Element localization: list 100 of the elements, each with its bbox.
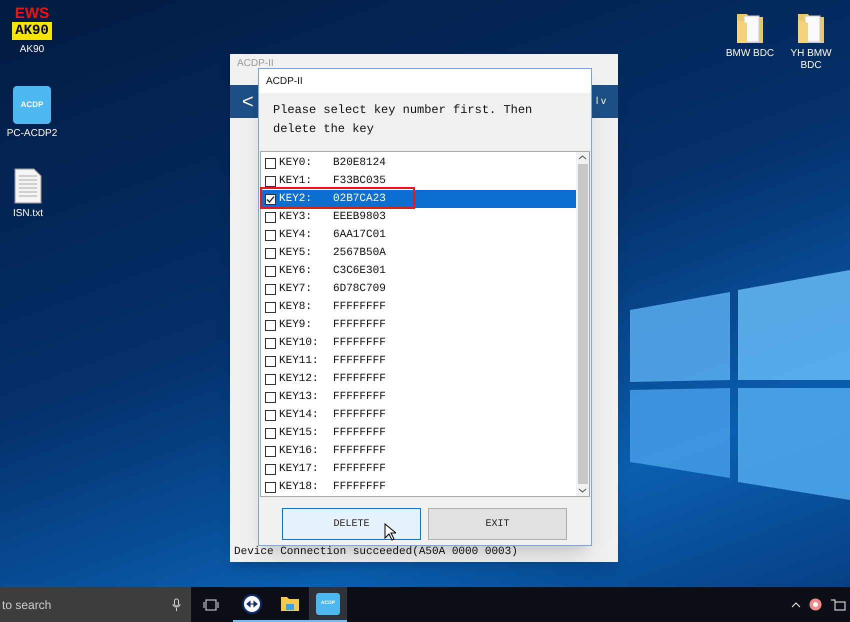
desktop-icon-label[interactable]: AK90 [20,44,44,56]
checkbox[interactable] [265,230,276,240]
checkbox[interactable] [265,194,276,204]
mouse-cursor-icon [384,523,396,541]
key-label: KEY3: [279,210,314,225]
key-list-item[interactable]: KEY12: FFFFFFFF [261,370,576,388]
checkbox[interactable] [265,464,276,474]
app-icon: ACDP [13,86,51,124]
checkbox[interactable] [265,410,276,420]
message-text: Please select key number first. Then delete the key [272,102,534,138]
checkbox[interactable] [265,158,276,168]
key-value: FFFFFFFF [333,408,386,423]
key-label: KEY17: [279,462,320,477]
arrows-circle-icon [242,594,262,614]
desktop-icon-label[interactable]: ISN.txt [12,208,43,220]
key-label: KEY0: [279,156,314,171]
checkbox[interactable] [265,302,276,312]
desktop-icon-label[interactable]: BMW BDC [726,48,774,60]
checkbox[interactable] [265,482,276,492]
key-label: KEY18: [279,480,320,495]
key-list-item[interactable]: KEY1: F33BC035 [261,172,576,190]
dialog-button[interactable]: DELETE [282,508,421,540]
key-label: KEY11: [279,354,320,369]
key-list-item[interactable]: KEY2: 02B7CA23 [261,190,576,208]
key-value: EEEB9803 [333,210,386,225]
key-list-item[interactable]: KEY13: FFFFFFFF [261,388,576,406]
key-label: KEY10: [279,336,320,351]
key-label: KEY4: [279,228,314,243]
scrollbar[interactable] [576,152,589,496]
key-label: KEY13: [279,390,320,405]
key-value: FFFFFFFF [333,354,386,369]
network-icon[interactable] [830,598,846,610]
back-glyph[interactable]: < [242,86,254,116]
key-value: FFFFFFFF [333,462,386,477]
header-text: l v [596,95,606,109]
key-value: FFFFFFFF [333,426,386,441]
key-list-item[interactable]: KEY0: B20E8124 [261,154,576,172]
key-list-item[interactable]: KEY14: FFFFFFFF [261,406,576,424]
search-placeholder: to search [2,596,52,614]
key-label: KEY5: [279,246,314,261]
key-list-item[interactable]: KEY18: FFFFFFFF [261,478,576,496]
key-value: 2567B50A [333,246,386,261]
key-list-item[interactable]: KEY17: FFFFFFFF [261,460,576,478]
checkbox[interactable] [265,320,276,330]
key-list-item[interactable]: KEY5: 2567B50A [261,244,576,262]
microphone-icon[interactable] [172,598,181,612]
key-list-item[interactable]: KEY3: EEEB9803 [261,208,576,226]
key-label: KEY9: [279,318,314,333]
chevron-up-icon[interactable] [791,601,801,608]
task-view-icon[interactable] [203,598,219,610]
key-label: KEY7: [279,282,314,297]
key-value: 02B7CA23 [333,192,386,207]
key-value: FFFFFFFF [333,318,386,333]
key-label: KEY8: [279,300,314,315]
flower-icon[interactable] [809,598,822,611]
key-list-item[interactable]: KEY4: 6AA17C01 [261,226,576,244]
key-list-item[interactable]: KEY8: FFFFFFFF [261,298,576,316]
checkbox[interactable] [265,338,276,348]
checkbox[interactable] [265,176,276,186]
key-label: KEY12: [279,372,320,387]
checkbox[interactable] [265,446,276,456]
key-label: KEY1: [279,174,314,189]
checkbox[interactable] [265,212,276,222]
checkbox[interactable] [265,284,276,294]
window-title: ACDP-II [237,58,274,70]
folder-icon [280,595,300,612]
desktop-icon-label[interactable]: YH BMW BDC [779,48,843,72]
checkbox[interactable] [265,428,276,438]
dialog-title: ACDP-II [265,74,304,88]
text-file-icon [14,168,42,204]
key-label: KEY2: [279,192,314,207]
key-value: 6D78C709 [333,282,386,297]
key-list-item[interactable]: KEY15: FFFFFFFF [261,424,576,442]
desktop-icon-label[interactable]: PC-ACDP2 [6,128,58,140]
key-value: FFFFFFFF [333,480,386,495]
checkbox[interactable] [265,266,276,276]
checkbox[interactable] [265,356,276,366]
key-list-item[interactable]: KEY16: FFFFFFFF [261,442,576,460]
key-list-item[interactable]: KEY11: FFFFFFFF [261,352,576,370]
checkbox[interactable] [265,392,276,402]
check-icon [266,194,275,204]
status-text: Device Connection succeeded(A50A 0000 0003) [233,544,519,560]
key-label: KEY6: [279,264,314,279]
key-list-item[interactable]: KEY6: C3C6E301 [261,262,576,280]
key-label: KEY16: [279,444,320,459]
scroll-thumb[interactable] [578,164,588,484]
key-value: FFFFFFFF [333,336,386,351]
dialog-button[interactable]: EXIT [428,508,567,540]
search-box[interactable]: to search [0,587,191,622]
key-list-item[interactable]: KEY7: 6D78C709 [261,280,576,298]
key-value: 6AA17C01 [333,228,386,243]
checkbox[interactable] [265,248,276,258]
checkbox[interactable] [265,374,276,384]
key-value: FFFFFFFF [333,300,386,315]
key-label: KEY14: [279,408,320,423]
key-list-item[interactable]: KEY10: FFFFFFFF [261,334,576,352]
key-value: FFFFFFFF [333,390,386,405]
key-value: B20E8124 [333,156,386,171]
key-value: C3C6E301 [333,264,386,279]
key-list-item[interactable]: KEY9: FFFFFFFF [261,316,576,334]
